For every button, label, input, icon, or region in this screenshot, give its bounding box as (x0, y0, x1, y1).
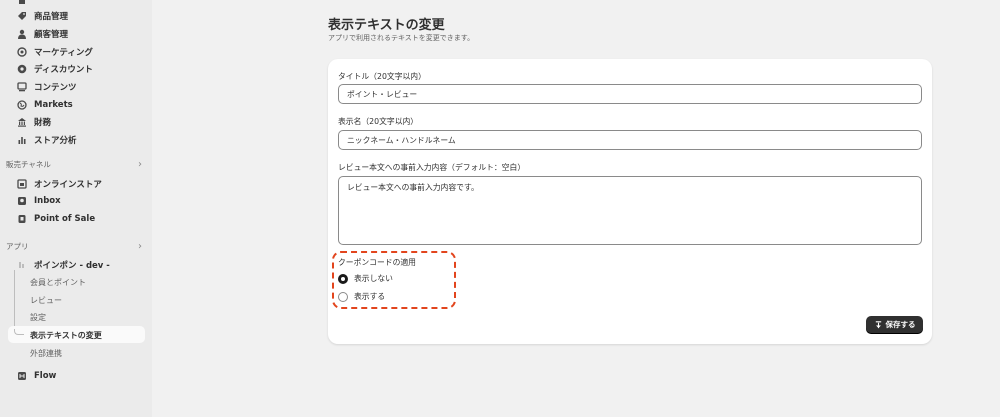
globe-icon (14, 99, 30, 110)
sidebar-item-customers[interactable]: 顧客管理 (8, 25, 145, 42)
radio-unchecked-icon[interactable] (338, 291, 348, 302)
sidebar-item-finance[interactable]: 財務 (8, 113, 145, 130)
sidebar-item-pos[interactable]: Point of Sale (8, 210, 145, 227)
radio-label: 表示しない (354, 274, 393, 283)
sidebar-item-label: Point of Sale (34, 213, 96, 224)
sidebar-item-discounts[interactable]: ディスカウント (8, 60, 145, 77)
sidebar-item-app[interactable]: ポインポン - dev - (8, 256, 145, 273)
sidebar-item-flow[interactable]: Flow (8, 367, 145, 384)
sidebar-item-products[interactable]: 商品管理 (8, 7, 145, 24)
sidebar-item-label: 顧客管理 (34, 29, 69, 40)
title-input[interactable]: ポイント・レビュー (338, 84, 922, 104)
sidebar-item-label: Inbox (34, 195, 61, 206)
sidebar-item-marketing[interactable]: マーケティング (8, 43, 145, 60)
sidebar-item-online-store[interactable]: オンラインストア (8, 175, 145, 192)
tag-icon (14, 11, 30, 21)
coupon-field-label: クーポンコードの適用 (338, 258, 416, 267)
section-title: 販売チャネル (6, 160, 51, 169)
page-subtitle: アプリで利用されるテキストを変更できます。 (328, 34, 475, 42)
save-button-label: 保存する (885, 320, 916, 329)
sub-item-members-points[interactable]: 会員とポイント (30, 277, 86, 288)
sidebar-item-label: Flow (34, 370, 57, 381)
display-name-field-label: 表示名（20文字以内） (338, 117, 419, 126)
radio-checked-icon[interactable] (338, 273, 348, 284)
target-icon (14, 46, 30, 57)
flow-icon (14, 371, 30, 381)
radio-hide[interactable]: 表示しない (338, 273, 393, 284)
discount-icon (14, 64, 30, 74)
display-name-input-value: ニックネーム・ハンドルネーム (347, 135, 456, 145)
title-field-label: タイトル（20文字以内） (338, 72, 426, 81)
store-icon (14, 178, 30, 189)
home-icon (14, 0, 30, 5)
chevron-right-icon: › (138, 241, 142, 252)
sidebar: 商品管理 顧客管理 マーケティング ディスカウント コンテンツ Markets … (0, 0, 152, 417)
app-icon (14, 260, 30, 270)
sidebar-item-label: オンラインストア (34, 179, 102, 190)
sidebar-item-inbox[interactable]: Inbox (8, 192, 145, 209)
section-title: アプリ (6, 242, 29, 251)
person-icon (14, 29, 30, 39)
sidebar-item-label: コンテンツ (34, 82, 77, 93)
save-button[interactable]: 保存する (866, 316, 923, 333)
bar-chart-icon (14, 135, 30, 145)
content-icon (14, 81, 30, 92)
sidebar-item-label: ディスカウント (34, 64, 93, 75)
sidebar-item-label: ポインポン - dev - (34, 260, 110, 271)
tree-line (14, 270, 15, 334)
sidebar-item-label: ストア分析 (34, 135, 77, 146)
sub-item-settings[interactable]: 設定 (30, 312, 46, 323)
sidebar-item-analytics[interactable]: ストア分析 (8, 131, 145, 148)
inbox-icon (14, 196, 30, 206)
radio-show[interactable]: 表示する (338, 291, 385, 302)
sales-channels-section[interactable]: 販売チャネル › (6, 159, 146, 170)
sub-item-display-text[interactable]: 表示テキストの変更 (30, 330, 102, 341)
sub-item-reviews[interactable]: レビュー (30, 295, 62, 306)
apps-section[interactable]: アプリ › (6, 241, 146, 252)
display-name-input[interactable]: ニックネーム・ハンドルネーム (338, 130, 922, 150)
review-prefill-field-label: レビュー本文への事前入力内容（デフォルト：空白） (338, 163, 526, 172)
sidebar-item-label: Markets (34, 99, 73, 110)
sidebar-item-label: 商品管理 (34, 11, 69, 22)
main-content: 表示テキストの変更 アプリで利用されるテキストを変更できます。 タイトル（20文… (152, 0, 1000, 417)
page-title: 表示テキストの変更 (328, 18, 445, 33)
sidebar-item-content[interactable]: コンテンツ (8, 78, 145, 95)
bank-icon (14, 117, 30, 127)
sidebar-item-label: マーケティング (34, 47, 93, 58)
radio-label: 表示する (354, 292, 386, 301)
chevron-right-icon: › (138, 159, 142, 170)
save-icon (875, 321, 881, 329)
title-input-value: ポイント・レビュー (347, 89, 418, 99)
sidebar-item-markets[interactable]: Markets (8, 96, 145, 113)
tree-hook (14, 329, 24, 335)
pos-icon (14, 214, 30, 224)
sidebar-item-label: 財務 (34, 117, 52, 128)
review-prefill-textarea[interactable]: レビュー本文への事前入力内容です。 (338, 176, 922, 245)
sub-item-integrations[interactable]: 外部連携 (30, 348, 62, 359)
review-prefill-value: レビュー本文への事前入力内容です。 (347, 183, 479, 192)
settings-card: タイトル（20文字以内） ポイント・レビュー 表示名（20文字以内） ニックネー… (328, 59, 932, 344)
